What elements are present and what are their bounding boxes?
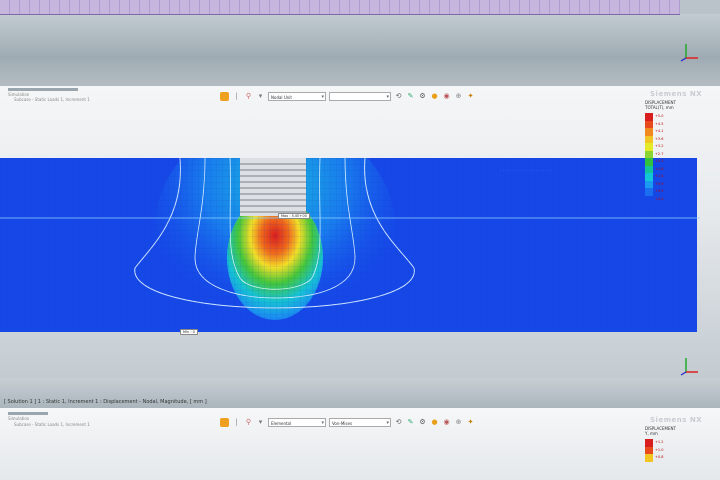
legend-value: +3.2 (655, 144, 664, 148)
min-marker-label[interactable]: Min : 0 (180, 329, 198, 335)
result-type-select[interactable]: Nodal Unit (268, 91, 326, 102)
panel-progress-line (8, 412, 48, 415)
probe-icon[interactable]: ⊕ (454, 92, 463, 101)
component-select[interactable]: Von-Mises (329, 417, 391, 428)
palette-icon[interactable]: ● (430, 418, 439, 427)
palette-icon[interactable]: ● (430, 92, 439, 101)
result-type-select[interactable]: Elemental (268, 417, 326, 428)
legend-value: +2.7 (655, 151, 664, 156)
legend-value: +0.8 (655, 455, 664, 459)
legend-value: +1.2 (655, 440, 664, 444)
brand-logo: Siemens NX (650, 416, 703, 424)
top-mesh-model[interactable] (0, 0, 680, 15)
panel-label-primary: Simulation (8, 416, 30, 421)
legend-color-scale (645, 113, 653, 203)
legend-value: +0.9 (655, 181, 664, 186)
separator-icon: | (235, 91, 238, 100)
edit-icon[interactable]: ✎ (406, 92, 415, 101)
main-view-triad[interactable] (678, 354, 700, 380)
brand-logo: Siemens NX (650, 90, 703, 98)
axis-triad-icon (680, 358, 698, 376)
legend-subtitle: Y, mm (645, 431, 658, 436)
top-view-triad[interactable] (678, 40, 700, 66)
dropdown-arrow-icon[interactable]: ▾ (256, 418, 265, 427)
axis-triad-icon (680, 44, 698, 62)
contour-annotation-band: · · · · · · · · · · · · · · · · · · · · … (500, 168, 552, 173)
legend-value: +4.5 (655, 121, 664, 126)
legend-value-labels: +5.0 +4.5 +4.1 +3.6 +3.2 +2.7 +2.3 +1.8 … (655, 113, 664, 203)
status-bar: [ Solution 1 ] 1 : Static 1, Increment 1… (4, 399, 207, 405)
results-legend[interactable]: DISPLACEMENT TOTAL(T), mm +5.0 +4.5 +4.1… (645, 100, 697, 203)
post-view-icon[interactable]: ⚲ (244, 418, 253, 427)
settings-icon[interactable]: ⚙ (418, 418, 427, 427)
settings-icon[interactable]: ⚙ (418, 92, 427, 101)
marker-icon[interactable]: ◉ (442, 418, 451, 427)
legend-value: +3.6 (655, 136, 664, 141)
animate-icon[interactable]: ⟲ (394, 92, 403, 101)
main-viewport-panel[interactable]: Simulation Subcase - Static Loads 1, Inc… (0, 86, 720, 378)
edit-icon[interactable]: ✎ (406, 418, 415, 427)
probe-icon[interactable]: ⊕ (454, 418, 463, 427)
folder-icon[interactable] (220, 417, 229, 427)
legend-value: +1.8 (655, 166, 664, 171)
panel-progress-line (8, 88, 78, 91)
legend-value: +1.0 (655, 447, 664, 452)
viewport-toolbar: | ⚲ ▾ Elemental Von-Mises ⟲ ✎ ⚙ ● ◉ ⊕ ✦ (220, 416, 475, 428)
top-viewport-background (0, 14, 720, 86)
viewport-toolbar: | ⚲ ▾ Nodal Unit ⟲ ✎ ⚙ ● ◉ ⊕ ✦ (220, 90, 475, 102)
legend-value: +0.0 (655, 196, 664, 201)
marker-icon[interactable]: ◉ (442, 92, 451, 101)
legend-value: +2.3 (655, 159, 664, 163)
report-icon[interactable]: ✦ (466, 92, 475, 101)
pile-block[interactable] (240, 158, 306, 216)
legend-color-scale (645, 439, 653, 462)
dropdown-arrow-icon[interactable]: ▾ (256, 92, 265, 101)
animate-icon[interactable]: ⟲ (394, 418, 403, 427)
legend-value: +1.4 (655, 174, 664, 178)
legend-value: +0.5 (655, 189, 664, 193)
fem-contour-plot[interactable]: · · · · · · · · · · · · · · · · · · · · … (0, 158, 700, 334)
component-select[interactable] (329, 91, 391, 102)
legend-value: +4.1 (655, 129, 664, 133)
bottom-viewport-panel[interactable]: Simulation Subcase - Static Loads 1, Inc… (0, 408, 720, 480)
post-view-icon[interactable]: ⚲ (244, 92, 253, 101)
panel-label-secondary: Subcase - Static Loads 1, Increment 1 (14, 422, 90, 427)
results-legend[interactable]: DISPLACEMENT Y, mm +1.2 +1.0 +0.8 (645, 426, 697, 462)
folder-icon[interactable] (220, 91, 229, 101)
separator-icon: | (235, 417, 238, 426)
mesh-grid (0, 158, 697, 332)
max-marker-label[interactable]: Max : 5.0E+00 (278, 213, 310, 219)
legend-value-labels: +1.2 +1.0 +0.8 (655, 439, 664, 462)
legend-subtitle: TOTAL(T), mm (645, 105, 674, 110)
report-icon[interactable]: ✦ (466, 418, 475, 427)
panel-label-secondary: Subcase - Static Loads 1, Increment 1 (14, 97, 90, 102)
legend-value: +5.0 (655, 114, 664, 118)
